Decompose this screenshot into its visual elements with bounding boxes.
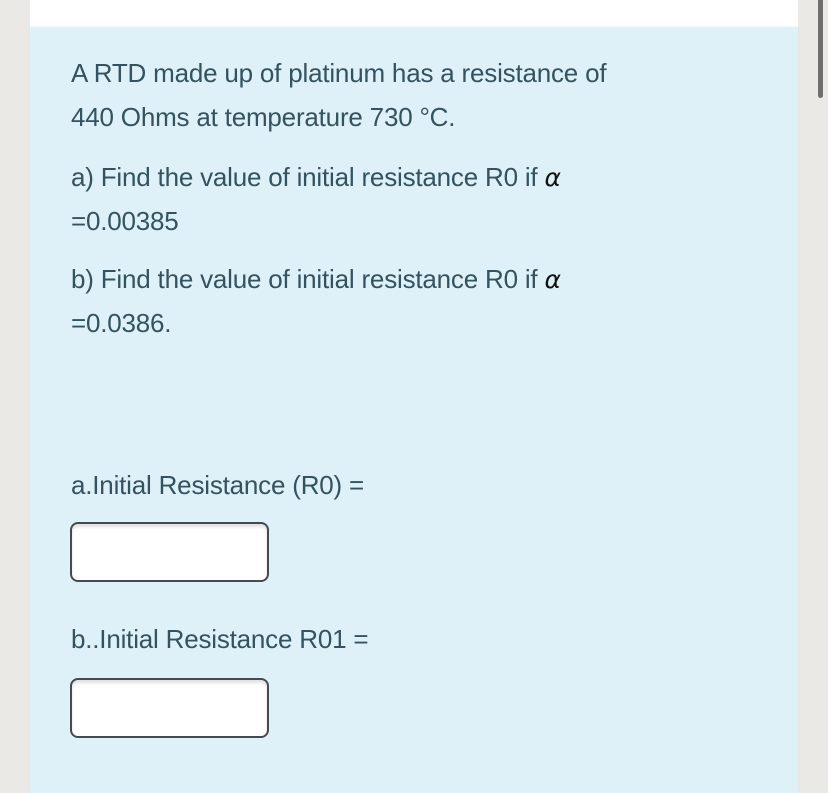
answer-a-input[interactable] <box>70 522 269 582</box>
part-b-prompt: b) Find the value of initial resistance … <box>71 264 561 295</box>
answer-b-input[interactable] <box>70 678 269 738</box>
question-intro-line2: 440 Ohms at temperature 730 °C. <box>71 102 456 132</box>
scrollbar-thumb[interactable] <box>818 0 823 98</box>
page-container: A RTD made up of platinum has a resistan… <box>30 0 798 793</box>
question-panel: A RTD made up of platinum has a resistan… <box>30 28 798 793</box>
scrollbar[interactable] <box>814 0 828 793</box>
alpha-symbol: α <box>544 265 561 294</box>
part-a-text: a) Find the value of initial resistance … <box>71 162 545 192</box>
part-a-alpha-value: =0.00385 <box>71 206 179 236</box>
question-intro-line1: A RTD made up of platinum has a resistan… <box>71 58 607 88</box>
answer-a-label: a.Initial Resistance (R0) = <box>71 470 365 500</box>
alpha-symbol: α <box>544 163 561 192</box>
part-a-prompt: a) Find the value of initial resistance … <box>71 162 561 193</box>
part-b-alpha-value: =0.0386. <box>71 308 172 338</box>
answer-b-label: b..Initial Resistance R01 = <box>71 624 369 654</box>
part-b-text: b) Find the value of initial resistance … <box>71 264 545 294</box>
